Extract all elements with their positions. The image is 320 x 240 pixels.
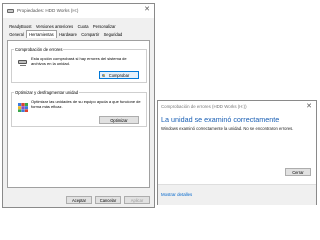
result-footer: Mostrar detalles [158, 184, 316, 205]
result-message: Windows examinó correctamente la unidad.… [161, 126, 294, 131]
uac-shield-icon [102, 73, 105, 78]
title-bar: Propiedades: HDD Works (H:) ✕ [3, 4, 154, 18]
result-window-title: Comprobación de errores (HDD Works (H:)) [161, 104, 247, 109]
defrag-icon [18, 103, 28, 112]
tab-quota[interactable]: Cuota [75, 23, 90, 30]
check-button[interactable]: Comprobar [99, 71, 139, 79]
optimize-description: Optimizar las unidades de su equipo ayud… [31, 99, 141, 109]
error-check-description: Esta opción comprobará si hay errores de… [31, 56, 127, 66]
result-heading: La unidad se examinó correctamente [161, 115, 280, 124]
check-button-label: Comprobar [108, 73, 130, 78]
hard-drive-icon [18, 60, 27, 67]
tab-sharing[interactable]: Compartir [79, 31, 101, 38]
tab-row-top: ReadyBoost Versiones anteriores Cuota Pe… [7, 23, 118, 30]
close-icon[interactable]: ✕ [306, 102, 312, 110]
cancel-button[interactable]: Cancelar [95, 196, 121, 204]
tab-general[interactable]: General [7, 31, 26, 38]
optimize-button-label: Optimizar [110, 118, 128, 123]
tab-row-bottom: General Herramientas Hardware Compartir … [7, 30, 124, 38]
drive-icon [7, 9, 14, 13]
close-button[interactable]: Cerrar [285, 168, 311, 176]
ok-button[interactable]: Aceptar [66, 196, 92, 204]
error-check-heading: Comprobación de errores [14, 47, 64, 52]
tools-tab-panel: Comprobación de errores Esta opción comp… [7, 40, 150, 188]
tab-security[interactable]: Seguridad [101, 31, 124, 38]
show-details-link[interactable]: Mostrar detalles [161, 192, 192, 197]
optimize-heading: Optimizar y desfragmentar unidad [14, 90, 80, 95]
tab-readyboost[interactable]: ReadyBoost [7, 23, 34, 30]
window-title: Propiedades: HDD Works (H:) [17, 8, 79, 13]
tab-previous-versions[interactable]: Versiones anteriores [34, 23, 76, 30]
tab-tools[interactable]: Herramientas [25, 30, 57, 38]
error-check-result-dialog: Comprobación de errores (HDD Works (H:))… [157, 100, 317, 205]
optimize-button[interactable]: Optimizar [99, 116, 139, 124]
optimize-group: Optimizar y desfragmentar unidad Optimiz… [11, 90, 147, 127]
tab-customize[interactable]: Personalizar [91, 23, 118, 30]
apply-button: Aplicar [124, 196, 150, 204]
error-check-group: Comprobación de errores Esta opción comp… [11, 47, 147, 83]
properties-dialog: Propiedades: HDD Works (H:) ✕ ReadyBoost… [2, 3, 155, 208]
tab-hardware[interactable]: Hardware [57, 31, 79, 38]
close-icon[interactable]: ✕ [144, 6, 150, 14]
